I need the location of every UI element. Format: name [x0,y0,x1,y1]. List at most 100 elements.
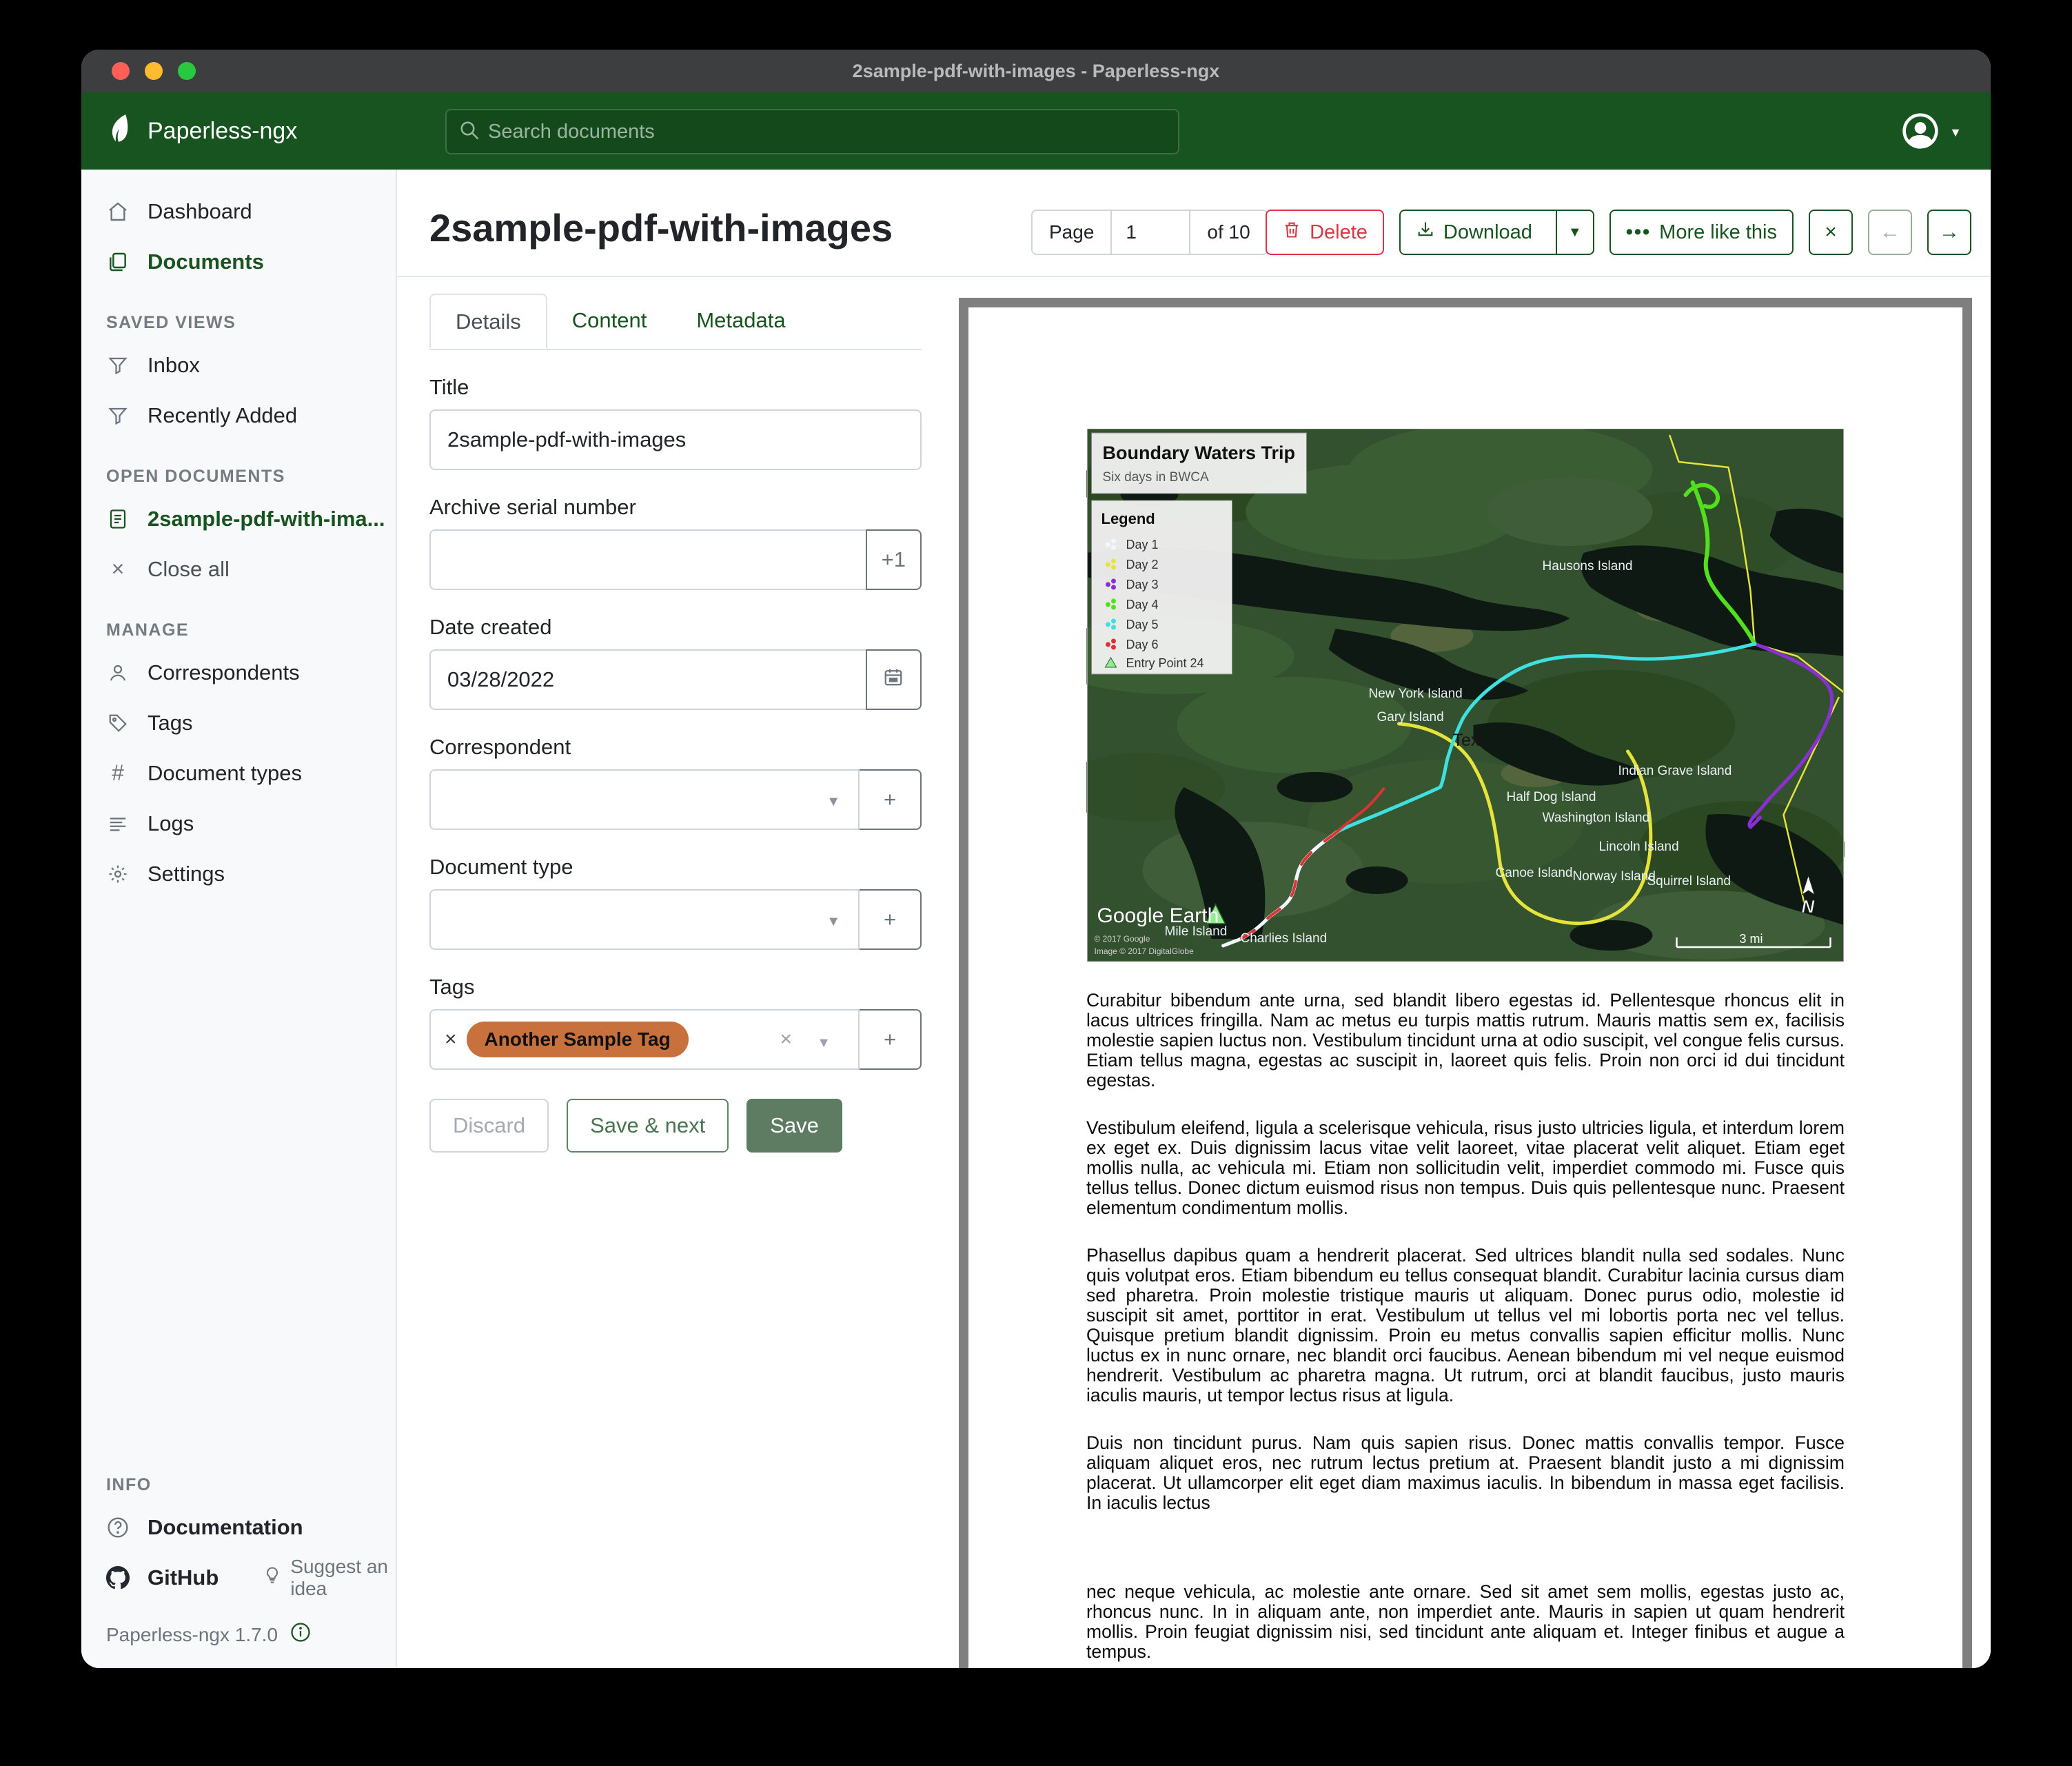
sidebar-item-document-types[interactable]: # Document types [81,748,396,798]
sidebar-section-saved-views: SAVED VIEWS [81,287,396,340]
tab-metadata[interactable]: Metadata [671,294,810,349]
more-like-this-label: More like this [1659,221,1777,244]
sidebar-item-open-document[interactable]: 2sample-pdf-with-ima... [81,494,396,544]
paragraph: Vestibulum eleifend, ligula a scelerisqu… [1086,1118,1845,1218]
document-type-select[interactable]: ▼ [429,889,860,950]
app-version: Paperless-ngx 1.7.0 [106,1624,278,1646]
home-icon [106,201,130,223]
sidebar-item-logs[interactable]: Logs [81,798,396,849]
document-type-label: Document type [429,855,922,880]
sidebar-item-close-all[interactable]: × Close all [81,544,396,594]
sidebar-item-inbox[interactable]: Inbox [81,340,396,390]
correspondent-select[interactable]: ▼ [429,769,860,830]
paragraph: Phasellus dapibus quam a hendrerit place… [1086,1246,1845,1405]
sidebar-item-recently-added[interactable]: Recently Added [81,390,396,440]
map-figure: Hausons Island New York Island Gary Isla… [1086,429,1845,962]
legend-label-day2: Day 2 [1126,558,1159,571]
sidebar-item-label: Logs [148,811,194,836]
documents-icon [106,251,130,273]
zoom-window-button[interactable] [178,62,196,80]
info-icon[interactable] [290,1622,311,1647]
legend-label-day4: Day 4 [1126,598,1159,611]
paragraph: nec neque vehicula, ac molestie ante orn… [1086,1582,1845,1662]
map-label-half-dog: Half Dog Island [1507,790,1596,804]
add-tag-button[interactable]: + [858,1009,922,1070]
list-icon [106,813,130,834]
caret-down-icon: ▼ [1568,225,1582,241]
clear-tags-icon[interactable]: × [780,1028,792,1051]
brand[interactable]: Paperless-ngx [109,113,297,150]
save-button[interactable]: Save [746,1099,842,1153]
search-input[interactable] [488,121,1166,143]
user-menu[interactable]: ▼ [1901,112,1962,154]
previous-document-button[interactable]: ← [1868,210,1912,255]
date-created-input[interactable] [429,649,867,710]
calendar-button[interactable] [866,649,922,710]
save-and-next-button[interactable]: Save & next [567,1099,729,1153]
calendar-icon [883,667,904,693]
header-divider [397,276,1991,277]
caret-down-icon: ▼ [826,914,840,930]
github-icon [106,1566,130,1590]
gear-icon [106,864,130,884]
close-document-button[interactable]: × [1809,210,1853,255]
sidebar-item-documents[interactable]: Documents [81,236,396,287]
minimize-window-button[interactable] [145,62,163,80]
map-credit: Google Earth [1097,904,1219,927]
sidebar-item-suggest-idea[interactable]: Suggest an idea [263,1556,396,1600]
tab-details[interactable]: Details [429,294,547,349]
download-label: Download [1443,221,1532,244]
window-title: 2sample-pdf-with-images - Paperless-ngx [853,61,1220,82]
map-text-annotation: Text [1453,731,1485,750]
search-box[interactable] [445,109,1179,154]
filter-icon [106,405,130,426]
correspondent-label: Correspondent [429,735,922,760]
caret-down-icon: ▼ [826,794,840,810]
discard-button[interactable]: Discard [429,1099,549,1153]
form-tabs: Details Content Metadata [429,294,922,350]
download-caret[interactable]: ▼ [1556,211,1593,254]
sidebar-info-section: INFO Documentation GitHub Suggest an ide… [81,1475,396,1647]
add-document-type-button[interactable]: + [858,889,922,950]
more-like-this-button[interactable]: ••• More like this [1609,210,1794,255]
asn-input[interactable] [429,529,867,590]
page-number-input[interactable] [1110,210,1190,255]
map-copyright-1: © 2017 Google [1095,934,1150,944]
tag-chip[interactable]: Another Sample Tag [467,1022,689,1057]
sidebar-item-label: Document types [148,761,302,786]
sidebar-item-github[interactable]: GitHub [81,1552,219,1603]
title-input[interactable] [429,409,922,470]
traffic-lights[interactable] [112,62,196,80]
map-label-norway: Norway Island [1573,869,1656,884]
sidebar-item-settings[interactable]: Settings [81,849,396,899]
pdf-preview-pane[interactable]: Hausons Island New York Island Gary Isla… [959,298,1972,1668]
add-correspondent-button[interactable]: + [858,769,922,830]
download-main[interactable]: Download [1401,220,1547,245]
sidebar-item-tags[interactable]: Tags [81,698,396,748]
sidebar-item-dashboard[interactable]: Dashboard [81,186,396,236]
remove-tag-icon[interactable]: × [445,1028,457,1051]
legend-label-entry: Entry Point 24 [1126,656,1204,670]
asn-plus-one-button[interactable]: +1 [866,529,922,590]
tag-icon [106,713,130,733]
map-label-new-york: New York Island [1369,687,1463,701]
map-label-lincoln: Lincoln Island [1599,840,1679,854]
map-label-indian-grave: Indian Grave Island [1618,764,1732,778]
close-window-button[interactable] [112,62,130,80]
download-button[interactable]: Download ▼ [1399,210,1594,255]
map-label-squirrel: Squirrel Island [1647,874,1731,889]
sidebar-section-open-documents: OPEN DOCUMENTS [81,440,396,494]
delete-button[interactable]: Delete [1266,210,1384,255]
map-title-box: Boundary Waters Trip Six days in BWCA [1092,433,1307,494]
tab-content[interactable]: Content [547,294,672,349]
sidebar-item-correspondents[interactable]: Correspondents [81,647,396,698]
paragraph: Curabitur bibendum ante urna, sed blandi… [1086,991,1845,1090]
close-icon: × [1825,221,1837,244]
question-circle-icon [106,1516,130,1539]
document-title: 2sample-pdf-with-images [429,205,893,250]
map-label-washington: Washington Island [1543,811,1650,825]
sidebar-item-documentation[interactable]: Documentation [81,1502,396,1552]
legend-title: Legend [1101,510,1155,527]
tags-select[interactable]: × Another Sample Tag × ▼ [429,1009,860,1070]
next-document-button[interactable]: → [1927,210,1971,255]
